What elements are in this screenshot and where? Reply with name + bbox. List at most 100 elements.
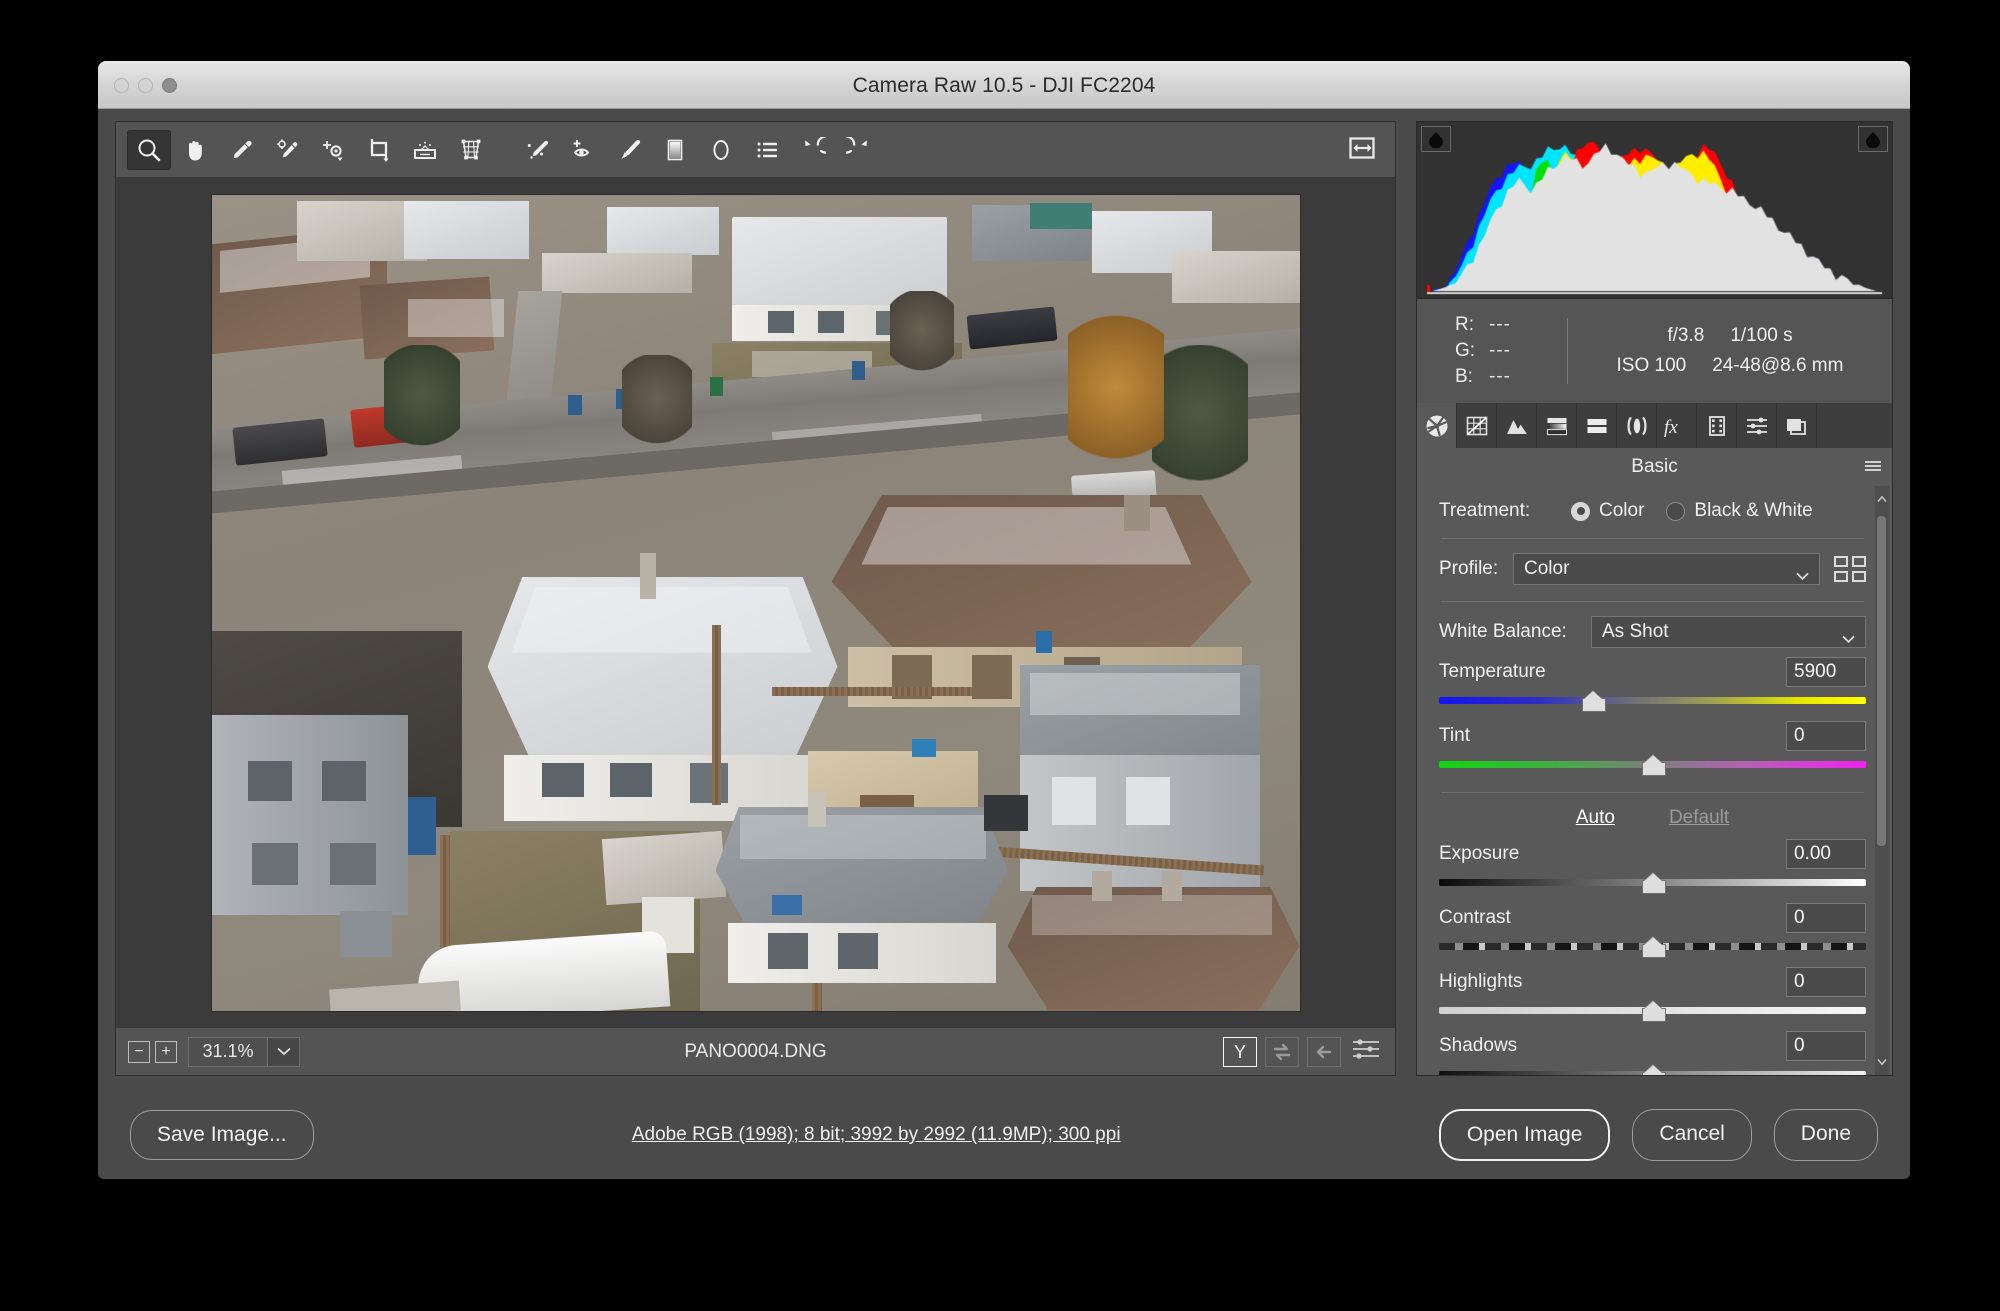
highlights-value[interactable]: 0 <box>1786 967 1866 997</box>
settings-pane: R: --- G: --- B: --- f/3.8 1/100 s ISO 1… <box>1416 121 1893 1076</box>
white-balance-row: White Balance: As Shot <box>1439 616 1866 648</box>
cancel-button[interactable]: Cancel <box>1632 1109 1752 1161</box>
before-after-button[interactable]: Y <box>1223 1036 1257 1067</box>
white-balance-select[interactable]: As Shot <box>1591 616 1866 648</box>
temperature-value[interactable]: 5900 <box>1786 657 1866 687</box>
exposure-value[interactable]: 0.00 <box>1786 839 1866 869</box>
preferences-tool[interactable] <box>745 130 789 170</box>
contrast-knob[interactable] <box>1641 938 1666 958</box>
r-value: --- <box>1489 314 1511 335</box>
shadows-slider[interactable] <box>1439 1066 1866 1075</box>
tint-value[interactable]: 0 <box>1786 721 1866 751</box>
done-button[interactable]: Done <box>1773 1109 1878 1161</box>
transform-tool[interactable] <box>449 130 493 170</box>
g-value: --- <box>1489 340 1511 361</box>
crop-tool[interactable] <box>357 130 401 170</box>
aperture-value: f/3.8 <box>1667 325 1705 346</box>
profile-row: Profile: Color <box>1439 553 1866 585</box>
white-balance-tool[interactable] <box>219 130 263 170</box>
tint-knob[interactable] <box>1641 756 1666 776</box>
treatment-color-radio[interactable] <box>1571 501 1590 521</box>
scroll-down-arrow[interactable] <box>1877 1053 1887 1071</box>
treatment-bw-label: Black & White <box>1694 500 1813 521</box>
contrast-slider[interactable] <box>1439 938 1866 958</box>
profile-browser-icon[interactable] <box>1834 556 1866 582</box>
raw-preview-image[interactable] <box>211 194 1300 1011</box>
zoom-level-select[interactable]: 31.1% <box>188 1036 300 1067</box>
spot-removal-tool[interactable] <box>515 130 559 170</box>
dialog-buttons: Open Image Cancel Done <box>1438 1109 1878 1161</box>
tab-split-toning[interactable] <box>1577 403 1617 448</box>
tab-calibration[interactable] <box>1697 403 1737 448</box>
workflow-options-link[interactable]: Adobe RGB (1998); 8 bit; 3992 by 2992 (1… <box>314 1124 1439 1146</box>
grid-cell <box>1834 556 1848 567</box>
tab-effects[interactable]: fx <box>1657 403 1697 448</box>
panel-title: Basic <box>1631 456 1678 477</box>
tab-hsl-grayscale[interactable] <box>1537 403 1577 448</box>
radial-filter-tool[interactable] <box>699 130 743 170</box>
tint-row: Tint 0 <box>1439 721 1866 751</box>
shadow-clipping-warning[interactable] <box>1421 126 1451 152</box>
adjustment-brush-tool[interactable] <box>607 130 651 170</box>
chevron-down-icon[interactable] <box>267 1037 299 1066</box>
tab-lens-corrections[interactable] <box>1617 403 1657 448</box>
histogram[interactable] <box>1416 121 1893 299</box>
profile-select[interactable]: Color <box>1513 553 1820 585</box>
temperature-track <box>1439 697 1866 704</box>
shadows-label: Shadows <box>1439 1035 1518 1056</box>
red-eye-removal-tool[interactable] <box>561 130 605 170</box>
default-link[interactable]: Default <box>1669 807 1729 829</box>
zoom-in-button[interactable]: + <box>155 1040 177 1063</box>
white-balance-label: White Balance: <box>1439 621 1567 642</box>
zoom-out-button[interactable]: − <box>128 1040 150 1063</box>
file-name-label: PANO0004.DNG <box>684 1040 827 1062</box>
contrast-value[interactable]: 0 <box>1786 903 1866 933</box>
panel-menu-icon[interactable] <box>1863 459 1883 481</box>
rotate-right-tool[interactable] <box>837 130 881 170</box>
exposure-knob[interactable] <box>1641 874 1666 894</box>
toggle-fullscreen-icon[interactable] <box>1345 130 1381 171</box>
rgb-row-r: R: --- <box>1455 312 1567 338</box>
highlights-slider[interactable] <box>1439 1002 1866 1022</box>
straighten-tool[interactable] <box>403 130 447 170</box>
shadows-knob[interactable] <box>1641 1066 1666 1075</box>
targeted-adjustment-tool[interactable] <box>311 130 355 170</box>
highlight-clipping-warning[interactable] <box>1858 126 1888 152</box>
hand-tool[interactable] <box>173 130 217 170</box>
grid-cell <box>1852 571 1866 582</box>
image-pane: − + 31.1% PANO0004.DNG Y <box>115 121 1396 1076</box>
temperature-slider[interactable] <box>1439 692 1866 712</box>
shadows-value[interactable]: 0 <box>1786 1031 1866 1061</box>
image-canvas[interactable] <box>116 178 1395 1027</box>
scroll-up-arrow[interactable] <box>1877 490 1887 508</box>
tab-detail[interactable] <box>1497 403 1537 448</box>
color-sampler-tool[interactable] <box>265 130 309 170</box>
preview-settings-icon[interactable] <box>1349 1036 1383 1067</box>
exposure-slider[interactable] <box>1439 874 1866 894</box>
tab-basic[interactable] <box>1417 403 1457 448</box>
treatment-bw-radio[interactable] <box>1666 501 1686 521</box>
tab-presets[interactable] <box>1737 403 1777 448</box>
grid-cell <box>1852 556 1866 567</box>
panel-scrollbar[interactable] <box>1875 486 1889 1075</box>
rotate-left-tool[interactable] <box>791 130 835 170</box>
white-balance-value: As Shot <box>1602 621 1669 642</box>
highlights-knob[interactable] <box>1641 1002 1666 1022</box>
treatment-row: Treatment: Color Black & White <box>1439 500 1866 522</box>
temperature-knob[interactable] <box>1581 692 1606 712</box>
tab-tone-curve[interactable] <box>1457 403 1497 448</box>
r-label: R: <box>1455 314 1474 335</box>
iso-value: ISO 100 <box>1616 355 1687 376</box>
scroll-thumb[interactable] <box>1877 516 1886 846</box>
swap-before-after-icon[interactable] <box>1265 1036 1299 1067</box>
auto-link[interactable]: Auto <box>1576 807 1615 829</box>
camera-raw-window: Camera Raw 10.5 - DJI FC2204 − + 31.1% P… <box>98 61 1910 1179</box>
zoom-tool[interactable] <box>127 129 171 170</box>
svg-text:fx: fx <box>1664 417 1678 438</box>
open-image-button[interactable]: Open Image <box>1438 1109 1611 1161</box>
graduated-filter-tool[interactable] <box>653 130 697 170</box>
save-image-button[interactable]: Save Image... <box>130 1110 314 1160</box>
tint-slider[interactable] <box>1439 756 1866 776</box>
tab-snapshots[interactable] <box>1777 403 1817 448</box>
copy-settings-icon[interactable] <box>1307 1036 1341 1067</box>
